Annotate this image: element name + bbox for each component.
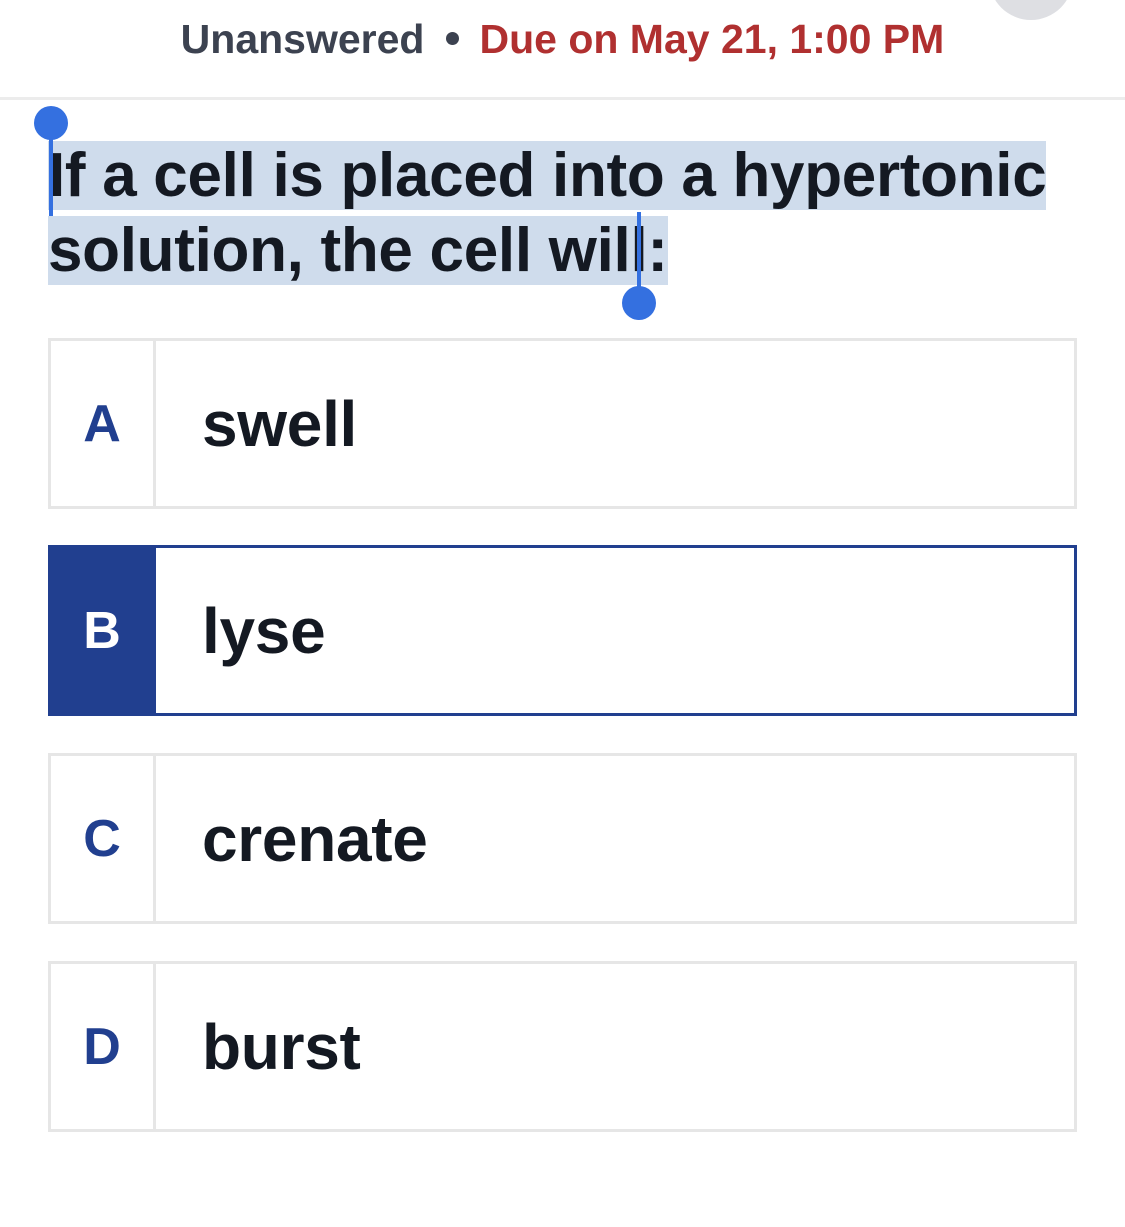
due-date: Due on May 21, 1:00 PM: [479, 16, 945, 62]
option-letter: D: [51, 964, 156, 1129]
answer-option-d[interactable]: D burst: [48, 961, 1077, 1132]
answer-option-b[interactable]: B lyse: [48, 545, 1077, 716]
status-bar: Unanswered Due on May 21, 1:00 PM: [0, 0, 1125, 100]
option-text: burst: [202, 1010, 361, 1083]
option-text: lyse: [202, 594, 326, 667]
option-letter: B: [51, 548, 156, 713]
selection-end-handle[interactable]: [622, 286, 656, 320]
answer-option-a[interactable]: A swell: [48, 338, 1077, 509]
status-line: Unanswered Due on May 21, 1:00 PM: [0, 14, 1125, 64]
answer-status: Unanswered: [180, 16, 425, 62]
answer-option-c[interactable]: C crenate: [48, 753, 1077, 924]
selection-start-handle[interactable]: [34, 106, 68, 140]
option-text: swell: [202, 387, 358, 460]
option-text: crenate: [202, 802, 428, 875]
question-prompt: If a cell is placed into a hypertonic so…: [48, 138, 1078, 288]
selection-end-caret: [637, 212, 641, 296]
quiz-question-page: Unanswered Due on May 21, 1:00 PM If a ce…: [0, 0, 1125, 1227]
separator-dot-icon: [446, 31, 460, 45]
option-letter: A: [51, 341, 156, 506]
option-letter: C: [51, 756, 156, 921]
question-text: If a cell is placed into a hypertonic so…: [48, 141, 1047, 285]
